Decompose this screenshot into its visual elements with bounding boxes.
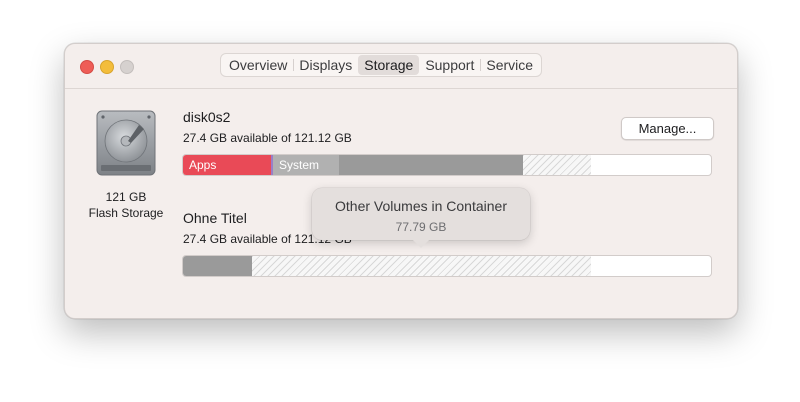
storage-bar[interactable]: Apps System	[182, 154, 712, 176]
system-segment-label: System	[279, 158, 320, 172]
other-volumes-segment[interactable]	[252, 256, 591, 276]
other-volumes-segment[interactable]	[523, 155, 591, 175]
tab-bar: Overview Displays Storage Support Servic…	[220, 53, 543, 77]
volume-name: disk0s2	[183, 109, 231, 125]
title-bar: Overview Displays Storage Support Servic…	[65, 44, 737, 89]
apps-segment-label: Apps	[189, 158, 217, 172]
disk-capacity: 121 GB	[105, 190, 147, 204]
close-window-button[interactable]	[80, 60, 94, 74]
tooltip-value: 77.79 GB	[395, 220, 447, 234]
used-segment[interactable]	[183, 256, 252, 276]
segment-tooltip: Other Volumes in Container 77.79 GB	[312, 188, 530, 248]
disk-caption: 121 GB Flash Storage	[79, 189, 173, 221]
hard-drive-icon	[96, 110, 156, 176]
tooltip-title: Other Volumes in Container	[335, 198, 507, 214]
disk-type: Flash Storage	[88, 206, 164, 220]
tab-overview[interactable]: Overview	[223, 55, 293, 75]
volume-info: 27.4 GB available of 121.12 GB	[183, 131, 352, 145]
storage-bar[interactable]	[182, 255, 712, 277]
minimize-window-button[interactable]	[100, 60, 114, 74]
zoom-window-button[interactable]	[120, 60, 134, 74]
tab-support[interactable]: Support	[419, 55, 480, 75]
manage-button[interactable]: Manage...	[621, 117, 714, 140]
apps-segment[interactable]: Apps	[183, 155, 271, 175]
tab-storage[interactable]: Storage	[358, 55, 420, 75]
volume-name: Ohne Titel	[183, 210, 247, 226]
system-segment[interactable]: System	[273, 155, 339, 175]
tab-service[interactable]: Service	[480, 55, 539, 75]
about-this-mac-window: Overview Displays Storage Support Servic…	[64, 43, 738, 319]
other-segment[interactable]	[339, 155, 523, 175]
tab-displays[interactable]: Displays	[293, 55, 358, 75]
